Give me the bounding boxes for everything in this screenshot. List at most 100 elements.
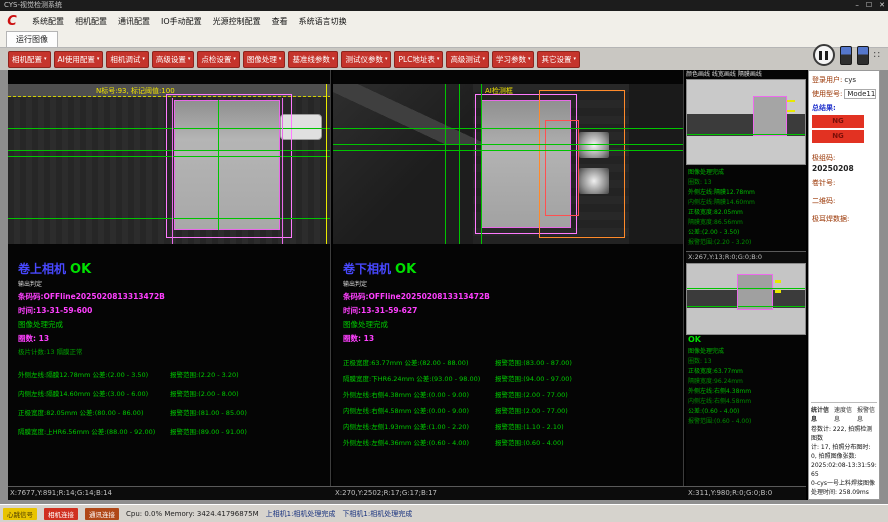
thumbnail-column: 颜色画线 线宽画线 隔膜画线 图像处理完成 圈数: 13 外侧左线:隔膜12.7… (686, 70, 806, 486)
thumb-line: 内侧左线:隔膜14.60mm (688, 198, 804, 208)
menu-io-manual-config[interactable]: IO手动配置 (161, 16, 202, 27)
toolbar-plc-address[interactable]: PLC地址表▾ (394, 51, 443, 68)
measure-value: 隔膜宽度:下HR6.24mm 公差:(93.00 - 98.00) (343, 373, 495, 383)
threshold-annotation: N标号:93, 标记阈值:100 (96, 86, 175, 96)
menu-comm-config[interactable]: 通讯配置 (118, 16, 150, 27)
mark-line (787, 100, 795, 102)
edge-line (282, 98, 283, 244)
thumbnail-image-top[interactable] (686, 79, 806, 165)
stats-tab-statistics[interactable]: 统计信息 (811, 405, 831, 423)
grid-icon[interactable]: ∷ (874, 50, 880, 61)
measurement-list: 外侧左线:隔膜12.78mm 公差:(2.00 - 3.50)报警范围:(2.2… (18, 369, 320, 436)
toolbar-ai-config[interactable]: AI使用配置▾ (54, 51, 104, 68)
thumbnail-header: 颜色画线 线宽画线 隔膜画线 (686, 70, 806, 79)
alarm-range: 报警范围:(81.00 - 85.00) (170, 407, 247, 417)
turns-count: 圈数: 13 (18, 333, 320, 344)
time-text: 时间:13-31-59-600 (18, 305, 320, 316)
app-window: CYS-视觉检测系统 – ☐ ✕ C 系统配置 相机配置 通讯配置 IO手动配置… (0, 0, 888, 522)
edge-line (172, 98, 173, 244)
pixel-coords-row: X:7677,Y:891;R:14;G:14;B:14 X:270,Y:2502… (8, 486, 806, 500)
maximize-button[interactable]: ☐ (866, 0, 872, 11)
measurement-row: 外侧左线:左侧4.36mm 公差:(0.60 - 4.00)报警范围:(0.60… (343, 437, 673, 447)
chevron-down-icon: ▾ (385, 57, 388, 62)
thumbnail-bottom[interactable]: OK 图像处理完成 圈数: 13 正极宽度:63.77mm 隔膜宽度:96.24… (686, 263, 806, 430)
camera-info-top: 卷上相机OK 输出判定 条码码:OFFline2025020813313472B… (8, 244, 330, 436)
camera-image-bottom[interactable]: AI检测框 (333, 84, 683, 244)
ruler-line (326, 84, 327, 244)
chevron-down-icon: ▾ (44, 57, 47, 62)
toolbar-label: 相机调试 (110, 54, 140, 65)
thumbnail-data-top: 图像处理完成 圈数: 13 外侧左线:隔膜12.78mm 内侧左线:隔膜14.6… (686, 165, 806, 251)
camera-info-bottom: 卷下相机OK 输出判定 条码码:OFFline2025020813313472B… (333, 244, 683, 447)
overlay-machinery-stripe (333, 84, 483, 144)
menu-language-switch[interactable]: 系统语言切换 (299, 16, 347, 27)
measure-line (333, 128, 683, 129)
menu-view[interactable]: 查看 (272, 16, 288, 27)
display-toggle-button[interactable] (857, 46, 869, 65)
measure-value: 正极宽度:82.05mm 公差:(80.00 - 86.00) (18, 407, 170, 417)
toolbar: 相机配置▾ AI使用配置▾ 相机调试▾ 高级设置▾ 点检设置▾ 图像处理▾ 基准… (0, 48, 888, 70)
thumbnail-top[interactable]: 图像处理完成 圈数: 13 外侧左线:隔膜12.78mm 内侧左线:隔膜14.6… (686, 79, 806, 263)
toolbar-spot-check[interactable]: 点检设置▾ (197, 51, 240, 68)
toolbar-label: 相机配置 (12, 54, 42, 65)
thumb-line: 正极宽度:82.05mm (688, 208, 804, 218)
stats-tab-alarm[interactable]: 报警信息 (857, 405, 877, 423)
mark-line (775, 280, 781, 283)
needle-label: 卷针号: (812, 178, 876, 188)
close-button[interactable]: ✕ (879, 0, 885, 11)
stats-line: 0, 拍照图像张数: (811, 452, 877, 461)
thumbnail-coords-top: X:267,Y:13;R:0;G:0;B:0 (686, 251, 806, 263)
minimize-button[interactable]: – (855, 0, 859, 11)
measure-line (445, 84, 446, 244)
toolbar-other-settings[interactable]: 其它设置▾ (537, 51, 580, 68)
measurement-row: 外侧左线:右侧4.38mm 公差:(0.00 - 9.00)报警范围:(2.00… (343, 389, 673, 399)
toolbar-label: 高级设置 (156, 54, 186, 65)
result-indicator-2: NG (812, 130, 864, 143)
alarm-range: 报警范围:(2.20 - 3.20) (170, 369, 239, 379)
measurement-row: 内侧左线:右侧4.58mm 公差:(0.00 - 9.00)报警范围:(2.00… (343, 405, 673, 415)
total-result-label: 总结果: (812, 103, 876, 113)
menu-light-control-config[interactable]: 光源控制配置 (213, 16, 261, 27)
toolbar-test-params[interactable]: 测试仪参数▾ (341, 51, 391, 68)
toolbar-camera-debug[interactable]: 相机调试▾ (106, 51, 149, 68)
thumbnail-image-bottom[interactable] (686, 263, 806, 335)
menu-camera-config[interactable]: 相机配置 (75, 16, 107, 27)
chevron-down-icon: ▾ (528, 57, 531, 62)
status-bar: 心跳信号 相机连接 通讯连接 Cpu: 0.0% Memory: 3424.41… (0, 504, 888, 522)
toolbar-label: 点检设置 (201, 54, 231, 65)
weld-tab-glow (579, 168, 609, 194)
statistics-lines: 卷数计: 222, 拍照检测图数 计: 17, 拍照分布图时: 0, 拍照图像张… (811, 425, 877, 497)
app-logo-icon: C (3, 14, 21, 29)
chevron-down-icon: ▾ (97, 57, 100, 62)
heartbeat-badge: 心跳信号 (3, 508, 37, 520)
toolbar-camera-config[interactable]: 相机配置▾ (8, 51, 51, 68)
coords-camera-top: X:7677,Y:891;R:14;G:14;B:14 (10, 487, 112, 500)
stats-tab-speed[interactable]: 速度信息 (834, 405, 854, 423)
toolbar-baseline-params[interactable]: 基准线参数▾ (288, 51, 338, 68)
stats-line: 计: 17, 拍照分布图时: (811, 443, 877, 452)
camera-link-badge: 相机连接 (44, 508, 78, 520)
alarm-range: 报警范围:(89.00 - 91.00) (170, 426, 247, 436)
toolbar-advanced-test[interactable]: 高级测试▾ (446, 51, 489, 68)
measurement-row: 隔膜宽度:上HR6.56mm 公差:(88.00 - 92.00)报警范围:(8… (18, 426, 320, 436)
camera-image-top[interactable]: N标号:93, 标记阈值:100 (8, 84, 330, 244)
cell-code-value: 20250208 (812, 164, 876, 173)
camera-toggle-button[interactable] (840, 46, 852, 65)
toolbar-learn-params[interactable]: 学习参数▾ (492, 51, 535, 68)
result-ok-badge: OK (70, 262, 91, 277)
toolbar-advanced-settings[interactable]: 高级设置▾ (152, 51, 195, 68)
tab-run-image[interactable]: 运行图像 (6, 31, 58, 47)
overlay-dark-band (687, 114, 806, 136)
measure-line (687, 134, 806, 135)
menu-system-config[interactable]: 系统配置 (32, 16, 64, 27)
top-camera-status-text: 上相机1:相机处理完成 (266, 509, 336, 519)
thumbnail-data-bottom: 图像处理完成 圈数: 13 正极宽度:63.77mm 隔膜宽度:96.24mm … (686, 344, 806, 430)
toolbar-label: 其它设置 (541, 54, 571, 65)
toolbar-image-process[interactable]: 图像处理▾ (243, 51, 286, 68)
pause-button[interactable] (813, 44, 835, 66)
chevron-down-icon: ▾ (142, 57, 145, 62)
thumb-line: 报警范围:(2.20 - 3.20) (688, 238, 804, 248)
bottom-camera-status-text: 下相机1:相机处理完成 (342, 509, 412, 519)
camera-name: 卷下相机 (343, 262, 391, 276)
alarm-range: 报警范围:(94.00 - 97.00) (495, 373, 572, 383)
